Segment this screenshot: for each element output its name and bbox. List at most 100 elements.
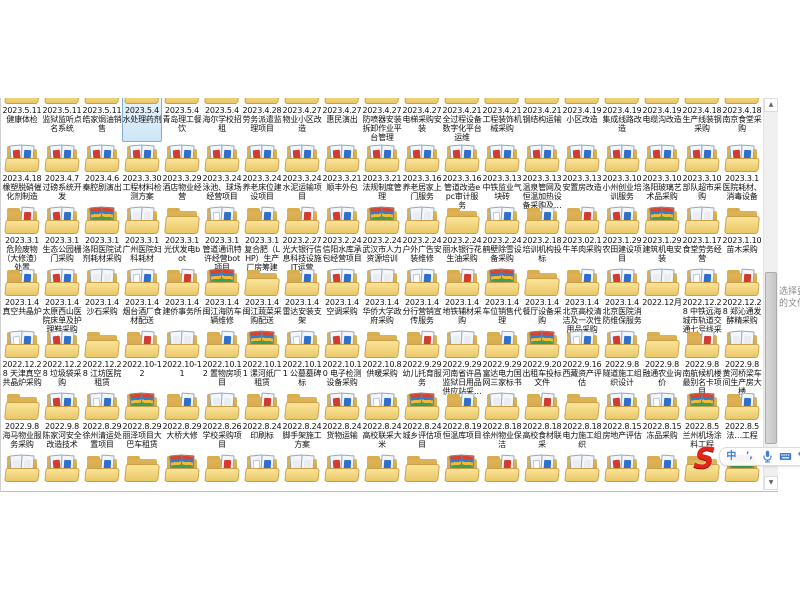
folder-item[interactable]: 2023.4.27 防喷器安装拆卸作业平台管理 [362, 98, 402, 142]
folder-item[interactable]: 2023.4.6秦腔剧演出 [82, 146, 122, 210]
folder-item[interactable]: 2022.8.18 电力施工组织 [562, 394, 602, 449]
scroll-down-arrow-icon[interactable]: ▼ [764, 476, 778, 490]
folder-item[interactable]: 2023.3.13 中铁监业气块砖 [482, 146, 522, 210]
folder-item[interactable]: 2023.1.29 建筑机电安装 [642, 208, 682, 272]
folder-item[interactable]: 2023.2.27 光大银行信息科技设施IT运营 [282, 208, 322, 272]
folder-item[interactable]: 2023.3.21 顺丰外包 [322, 146, 362, 210]
folder-item[interactable]: 2022.10.10 电子检测设备采购 [322, 332, 362, 396]
folder-item[interactable]: 2023.1.4建侨事务所 [162, 270, 202, 335]
folder-item[interactable]: 2023.1.4闽江海防车辆维修 [202, 270, 242, 335]
folder-item[interactable] [322, 456, 362, 482]
folder-item[interactable]: 2023.2.24 丽水银行花生油采购 [442, 208, 482, 272]
folder-item[interactable]: 2022.8.15 房地产评估 [602, 394, 642, 449]
folder-item[interactable] [162, 456, 202, 482]
folder-item[interactable]: 2023.1.4闽江蔬菜采购配送 [242, 270, 282, 335]
folder-item[interactable]: 2023.1.4真空共晶炉 [2, 270, 42, 335]
folder-item[interactable] [82, 456, 122, 482]
folder-item[interactable]: 2022.8.24 城乡评估项目 [402, 394, 442, 449]
vertical-scrollbar[interactable]: ▲ ▼ [763, 98, 778, 490]
scrollbar-thumb[interactable] [765, 272, 777, 444]
folder-item[interactable]: 2023.02.1 牛羊肉采购 [562, 208, 602, 272]
folder-item[interactable]: 2023.3.21 法规制度管理 [362, 146, 402, 210]
folder-item[interactable]: 2022.8.18 徐州物业保洁 [482, 394, 522, 449]
folder-item[interactable]: 2022.8.24 货物运输 [322, 394, 362, 449]
microphone-icon[interactable] [761, 450, 774, 463]
folder-item[interactable]: 2023.4.21 工程装饰机械采购 [482, 98, 522, 142]
folder-item[interactable]: 2023.4.28 劳务派遣监理项目 [242, 98, 282, 142]
folder-item[interactable]: 2022.10.11 漯河纸厂租赁 [242, 332, 282, 396]
folder-item[interactable]: 2023.1.4车位销售代理 [482, 270, 522, 335]
folder-item[interactable]: 2022.12.28 垃圾袋采购 [42, 332, 82, 396]
folder-item[interactable]: 2023.3.30 工程材料检测方案 [122, 146, 162, 210]
folder-item[interactable]: 2023.3.1复合肥（LHP）生产厂房筹建 [242, 208, 282, 272]
folder-item[interactable]: 2022.8.24 印刷标 [242, 394, 282, 449]
folder-item[interactable]: 2023.3.1医院耗材、消毒设备 [722, 146, 762, 210]
folder-item[interactable]: 2023.1.4华侨大学政府采购 [362, 270, 402, 335]
ime-logo-icon[interactable]: S [693, 444, 717, 472]
folder-item-selected[interactable]: 2023.5.4水处理药剂 [122, 98, 162, 142]
folder-item[interactable]: 2023.3.16 管道改造epc审计服务 [442, 146, 482, 210]
folder-item[interactable]: 2023.1.4餐厅设备采购 [522, 270, 562, 335]
folder-item[interactable]: 2022.8.5法…工程 [722, 394, 762, 449]
folder-item[interactable]: 2022.12.28 郑沁通发酵精采购 [722, 270, 762, 335]
folder-item[interactable]: 2022.8.15 冻品采购 [642, 394, 682, 449]
folder-item[interactable]: 2023.4.19 小区改造 [562, 98, 602, 142]
folder-item[interactable]: 2023.2.24 信阳水库承包经营项目 [322, 208, 362, 272]
folder-item[interactable]: 2023.5.4青岛理工餐饮 [162, 98, 202, 142]
folder-item[interactable] [402, 456, 442, 482]
folder-item[interactable]: 2022.8.24 脚手架施工方案 [282, 394, 322, 449]
folder-item[interactable]: 2023.4.7过磅系统开发 [42, 146, 82, 210]
folder-item[interactable]: 2023.4.21 全过程设备数字化平台运维 [442, 98, 482, 142]
folder-item[interactable]: 2023.5.11 健康体检 [2, 98, 42, 142]
folder-item[interactable]: 2023.5.11 监狱监听点名系统 [42, 98, 82, 142]
folder-item[interactable]: 2023.3.10 洛阳玻璃艺术品采购 [642, 146, 682, 210]
folder-item[interactable]: 2023.3.1洛阳医院试剂耗材采购 [82, 208, 122, 272]
folder-item[interactable]: 2022.9.8隧道施工组织设计 [602, 332, 642, 396]
folder-item[interactable]: 2023.3.13 安置房改造 [562, 146, 602, 210]
folder-item[interactable]: 2023.1.17 食堂劳务经营 [682, 208, 722, 272]
folder-item[interactable]: 2022.10.8 供暖采购 [362, 332, 402, 396]
punctuation-mode-icon[interactable]: ’, [743, 450, 756, 463]
folder-item[interactable]: 2023.2.24 鹤壁除雪设备采购 [482, 208, 522, 272]
folder-item[interactable]: 2023.4.18 南京食堂采购 [722, 98, 762, 142]
folder-item[interactable]: 2023.3.16 养老居家上门服务 [402, 146, 442, 210]
folder-item[interactable] [242, 456, 282, 482]
folder-item[interactable]: 2022.8.29 大桥大修 [162, 394, 202, 449]
folder-item[interactable]: 2023.1.4分行营销宣传服务 [402, 270, 442, 335]
folder-item[interactable] [482, 456, 522, 482]
folder-item[interactable]: 2022.12.28 天津真空共晶炉采购 [2, 332, 42, 396]
folder-item[interactable]: 2022.9.8南航候机楼最别名卡项目 [682, 332, 722, 396]
folder-item[interactable]: 2022.9.8海马物业服务采购 [2, 394, 42, 449]
folder-item[interactable]: 2022.8.26 学校采购项目 [202, 394, 242, 449]
folder-item[interactable]: 2023.3.24 水泥运输项目 [282, 146, 322, 210]
folder-item[interactable]: 2023.3.13 温泉管网及恒温加热设备采购及… [522, 146, 562, 210]
scroll-up-arrow-icon[interactable]: ▲ [764, 98, 778, 112]
folder-item[interactable]: 2023.3.10 部队超市采购 [682, 146, 722, 210]
folder-item[interactable] [442, 456, 482, 482]
folder-item[interactable]: 2023.3.1广州医院妇科耗材 [122, 208, 162, 272]
folder-item[interactable]: 2022.8.29 徐州清运处置项目 [82, 394, 122, 449]
folder-item[interactable] [42, 456, 82, 482]
chinese-english-toggle-icon[interactable]: 中 [725, 450, 738, 463]
folder-item[interactable]: 2023.3.1危险废物（大修渣）处置 [2, 208, 42, 272]
folder-item[interactable]: 2023.4.27 电梯采购安装 [402, 98, 442, 142]
folder-item[interactable]: 2023.3.1管道通讯特许经营bot项目 [202, 208, 242, 272]
folder-item[interactable]: 2022.12.28 中铁远海城市轨道交通七号线采购 [682, 270, 722, 335]
folder-item[interactable]: 2022.12.28 江坊医院租赁 [82, 332, 122, 396]
folder-item[interactable] [282, 456, 322, 482]
folder-item[interactable] [642, 456, 682, 482]
folder-item[interactable] [202, 456, 242, 482]
folder-item[interactable]: 2022.8.29 丽泽项目大巴车租赁 [122, 394, 162, 449]
folder-item[interactable]: 2022.8.18 高校食材联采 [522, 394, 562, 449]
folder-item[interactable]: 2023.5.11 皓家焗油销售 [82, 98, 122, 142]
folder-item[interactable]: 2023.3.24 养老床位建设项目 [242, 146, 282, 210]
folder-item[interactable]: 2022.9.8陈家河安全改造技术 [42, 394, 82, 449]
folder-item[interactable]: 2022.9.29 幼儿托育服务 [402, 332, 442, 396]
folder-item[interactable]: 2023.3.24 泳池、球场经营项目 [202, 146, 242, 210]
folder-item[interactable]: 2022.10.12 置物房项目 [202, 332, 242, 396]
folder-item[interactable]: 2022.9.8黄河桥梁车间生产房大楼 [722, 332, 762, 396]
folder-item[interactable]: 2022.10-11 [162, 332, 202, 396]
folder-item[interactable]: 2023.5.4海尔学校招租 [202, 98, 242, 142]
folder-item[interactable] [362, 456, 402, 482]
folder-item[interactable]: 2023.3.10 小州创业培训服务 [602, 146, 642, 210]
